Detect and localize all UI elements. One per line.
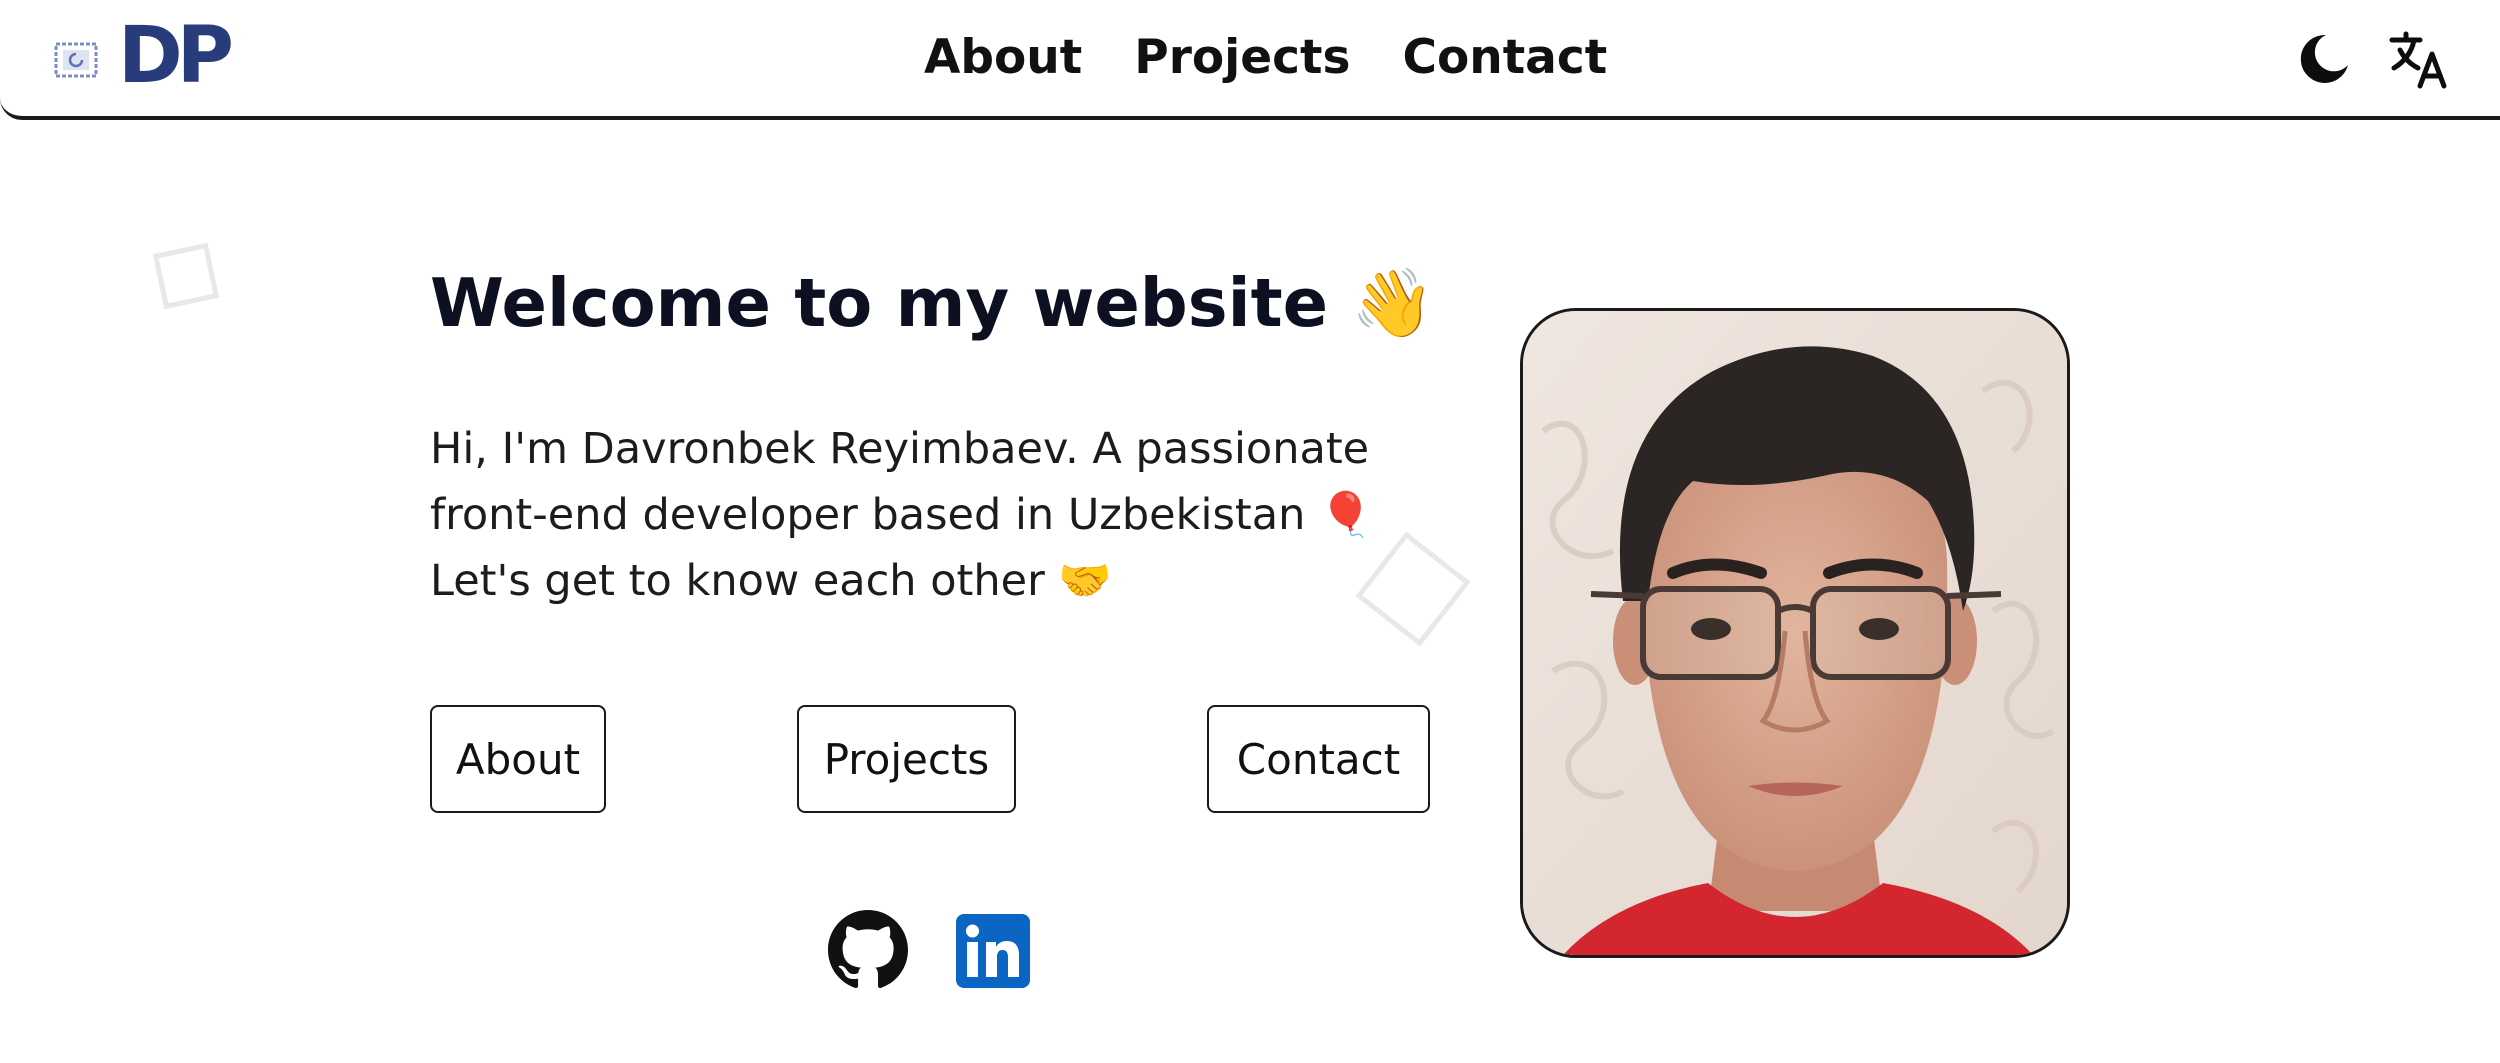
moon-icon[interactable] <box>2296 31 2352 87</box>
nav-link-contact[interactable]: Contact <box>1402 24 1607 92</box>
hero-title: Welcome to my website 👋 <box>430 264 1435 342</box>
nav-link-about[interactable]: About <box>924 24 1082 92</box>
projects-button[interactable]: Projects <box>797 705 1016 813</box>
top-navbar: DP About Projects Contact <box>0 0 2500 120</box>
github-icon[interactable] <box>828 910 908 990</box>
about-button[interactable]: About <box>430 705 606 813</box>
hero-description: Hi, I'm Davronbek Reyimbaev. A passionat… <box>430 416 1440 614</box>
logo[interactable]: DP <box>118 14 234 98</box>
decorative-square <box>152 242 220 310</box>
main-nav: About Projects Contact <box>924 24 1607 92</box>
hero-description-line: Hi, I'm Davronbek Reyimbaev. A passionat… <box>430 424 1370 474</box>
linkedin-icon[interactable] <box>956 914 1030 988</box>
contact-button[interactable]: Contact <box>1207 705 1430 813</box>
profile-photo <box>1520 308 2070 958</box>
translate-icon[interactable] <box>2388 28 2450 90</box>
hero-description-line: Let's get to know each other 🤝 <box>430 556 1112 606</box>
hero-description-line: front-end developer based in Uzbekistan … <box>430 490 1373 540</box>
logo-mark-icon <box>54 42 98 78</box>
nav-link-projects[interactable]: Projects <box>1134 24 1350 92</box>
